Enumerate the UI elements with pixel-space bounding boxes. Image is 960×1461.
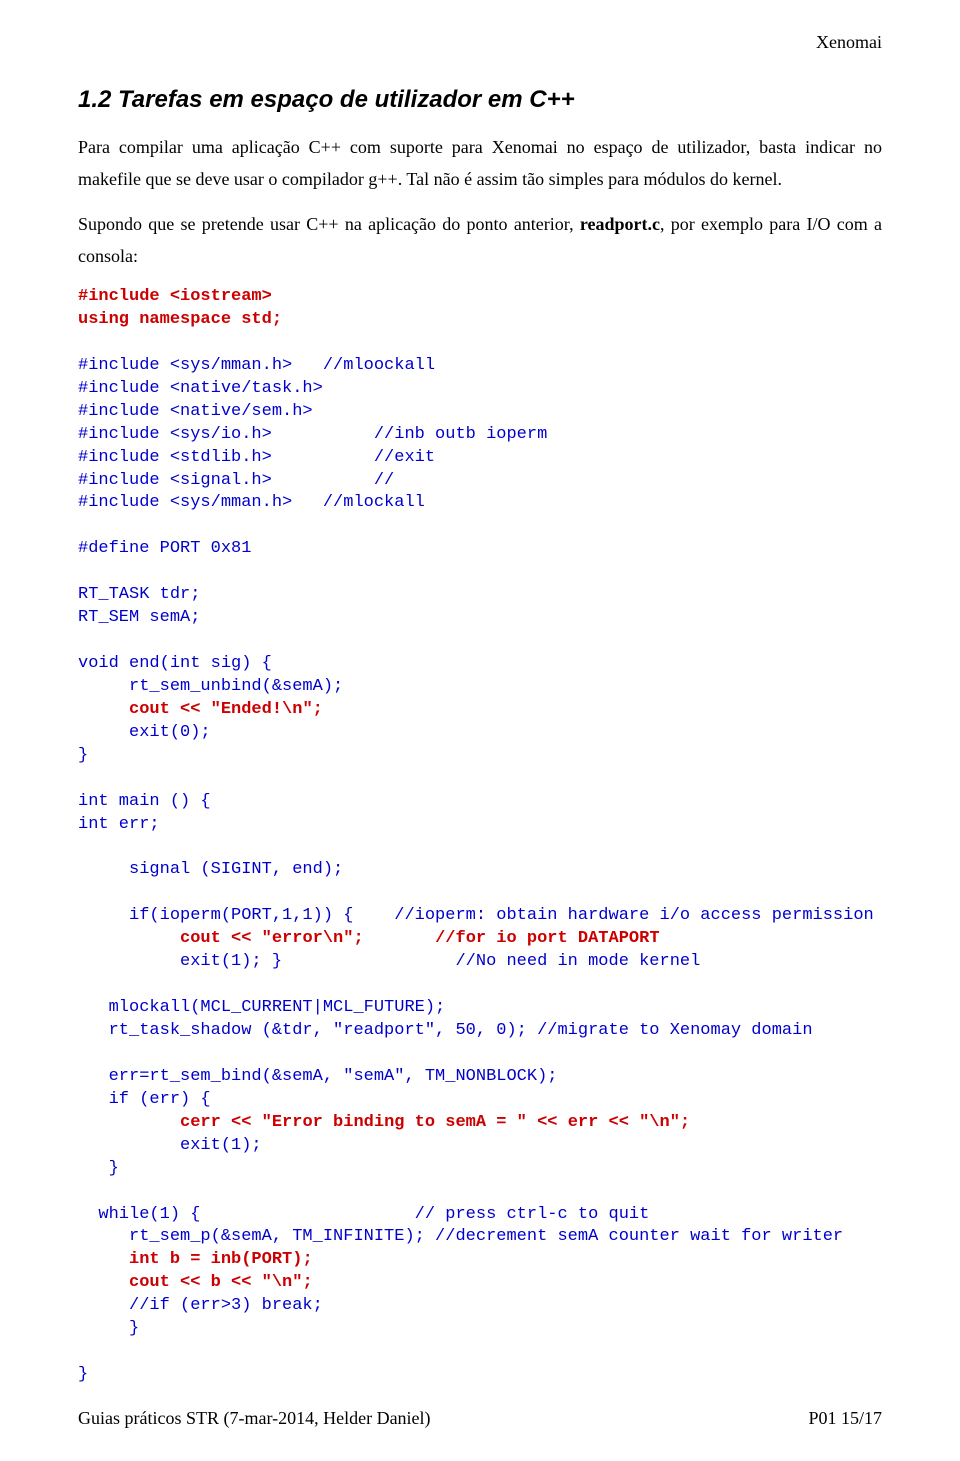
code-line: exit(1); [78, 1136, 262, 1155]
page: Xenomai 1.2 Tarefas em espaço de utiliza… [0, 0, 960, 1461]
code-line: #include <signal.h> // [78, 471, 394, 490]
code-block: #include <iostream> using namespace std;… [78, 286, 882, 1387]
code-line: } [78, 1159, 119, 1178]
running-header: Xenomai [816, 32, 882, 53]
code-line: cerr << "Error binding to semA = " << er… [78, 1113, 690, 1132]
code-line: err=rt_sem_bind(&semA, "semA", TM_NONBLO… [78, 1067, 557, 1086]
code-line: #include <sys/io.h> //inb outb ioperm [78, 425, 547, 444]
code-line: exit(1); } //No need in mode kernel [78, 952, 700, 971]
code-line: #include <sys/mman.h> //mloockall [78, 356, 435, 375]
code-line: } [78, 746, 88, 765]
code-line: #define PORT 0x81 [78, 539, 251, 558]
code-line: signal (SIGINT, end); [78, 860, 343, 879]
footer-left: Guias práticos STR (7-mar-2014, Helder D… [78, 1408, 431, 1429]
code-line: if(ioperm(PORT,1,1)) { //ioperm: obtain … [78, 906, 874, 925]
code-line: int b = inb(PORT); [78, 1250, 313, 1269]
code-line: void end(int sig) { [78, 654, 272, 673]
code-line: cout << b << "\n"; [78, 1273, 313, 1292]
paragraph-2: Supondo que se pretende usar C++ na apli… [78, 209, 882, 272]
code-line: int main () { [78, 792, 211, 811]
code-line: rt_sem_p(&semA, TM_INFINITE); //decremen… [78, 1227, 843, 1246]
code-line: #include <iostream> [78, 287, 272, 306]
code-line: mlockall(MCL_CURRENT|MCL_FUTURE); [78, 998, 445, 1017]
code-line: } [78, 1365, 88, 1384]
code-line: cout << "Ended!\n"; [78, 700, 323, 719]
code-line: using namespace std; [78, 310, 282, 329]
code-line: cout << "error\n"; //for io port DATAPOR… [78, 929, 660, 948]
code-line: rt_sem_unbind(&semA); [78, 677, 343, 696]
code-line: #include <native/sem.h> [78, 402, 313, 421]
code-line: rt_task_shadow (&tdr, "readport", 50, 0)… [78, 1021, 813, 1040]
footer-right: P01 15/17 [808, 1408, 882, 1429]
section-heading: 1.2 Tarefas em espaço de utilizador em C… [78, 86, 882, 114]
para2-part1: Supondo que se pretende usar C++ na apli… [78, 214, 580, 234]
code-line: int err; [78, 815, 160, 834]
code-line: RT_SEM semA; [78, 608, 200, 627]
page-footer: Guias práticos STR (7-mar-2014, Helder D… [78, 1408, 882, 1429]
code-line: if (err) { [78, 1090, 211, 1109]
code-line: #include <native/task.h> [78, 379, 323, 398]
code-line: //if (err>3) break; [78, 1296, 323, 1315]
code-line: exit(0); [78, 723, 211, 742]
code-line: } [78, 1319, 139, 1338]
code-line: while(1) { // press ctrl-c to quit [78, 1205, 649, 1224]
code-line: #include <sys/mman.h> //mlockall [78, 493, 425, 512]
paragraph-1: Para compilar uma aplicação C++ com supo… [78, 132, 882, 195]
code-line: #include <stdlib.h> //exit [78, 448, 435, 467]
para2-filename: readport.c [580, 214, 660, 234]
code-line: RT_TASK tdr; [78, 585, 200, 604]
